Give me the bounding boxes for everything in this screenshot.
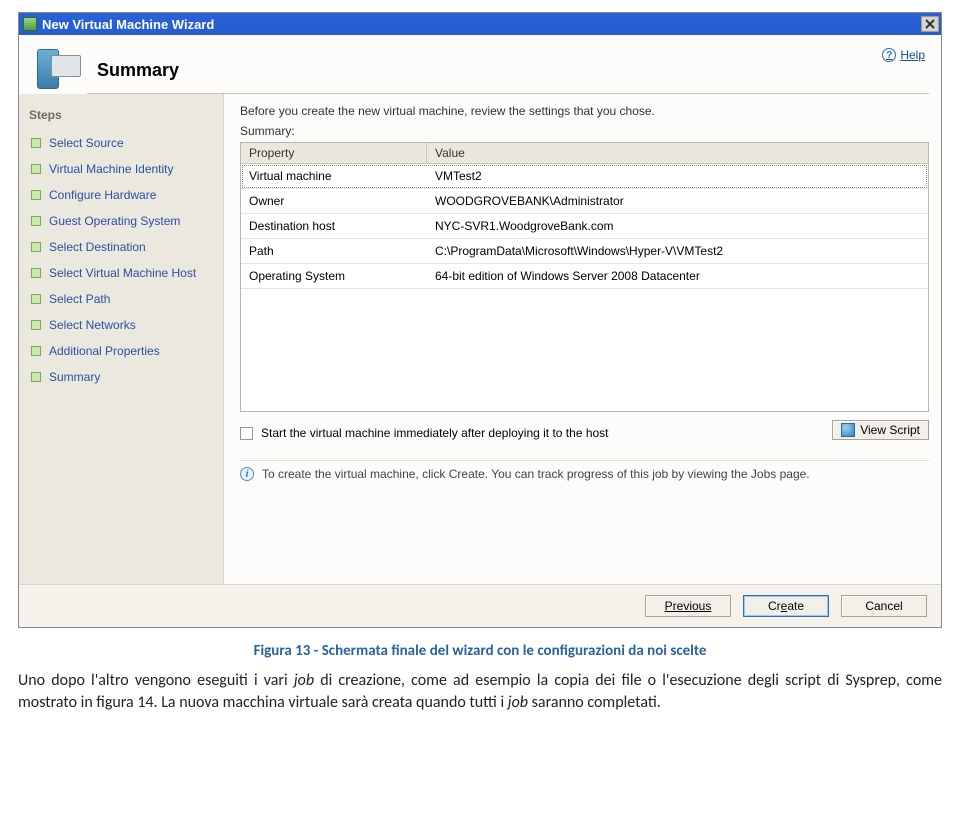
summary-label: Summary: (240, 124, 929, 138)
cell-property: Virtual machine (241, 164, 427, 188)
info-icon: i (240, 467, 254, 481)
step-item[interactable]: Select Destination (29, 234, 215, 260)
close-button[interactable] (921, 16, 939, 32)
wizard-page-title: Summary (97, 48, 882, 87)
step-bullet-icon (31, 268, 41, 278)
wizard-header: Summary ? Help (19, 35, 941, 93)
step-item[interactable]: Configure Hardware (29, 182, 215, 208)
step-label: Select Source (49, 136, 124, 150)
step-bullet-icon (31, 164, 41, 174)
steps-sidebar: Steps Select Source Virtual Machine Ident… (19, 94, 224, 584)
cell-property: Owner (241, 189, 427, 213)
info-row: i To create the virtual machine, click C… (240, 460, 929, 485)
step-bullet-icon (31, 138, 41, 148)
step-bullet-icon (31, 242, 41, 252)
help-label: Help (900, 48, 925, 62)
column-header-property[interactable]: Property (241, 143, 427, 163)
cell-value: 64-bit edition of Windows Server 2008 Da… (427, 264, 928, 288)
close-icon (925, 19, 935, 29)
wizard-button-bar: Previous Create Cancel (19, 584, 941, 627)
cell-value: C:\ProgramData\Microsoft\Windows\Hyper-V… (427, 239, 928, 263)
step-item[interactable]: Guest Operating System (29, 208, 215, 234)
view-script-button[interactable]: View Script (832, 420, 929, 440)
steps-heading: Steps (29, 108, 215, 122)
cancel-button[interactable]: Cancel (841, 595, 927, 617)
step-item[interactable]: Select Networks (29, 312, 215, 338)
step-item[interactable]: Select Source (29, 130, 215, 156)
info-text: To create the virtual machine, click Cre… (262, 467, 810, 481)
table-row[interactable]: PathC:\ProgramData\Microsoft\Windows\Hyp… (241, 239, 928, 264)
cell-value: NYC-SVR1.WoodgroveBank.com (427, 214, 928, 238)
window-icon (23, 17, 37, 31)
step-label: Configure Hardware (49, 188, 156, 202)
previous-button[interactable]: Previous (645, 595, 731, 617)
summary-grid: Property Value Virtual machineVMTest2Own… (240, 142, 929, 412)
view-script-label: View Script (860, 423, 920, 437)
step-label: Select Networks (49, 318, 136, 332)
figure-caption: Figura 13 - Schermata finale del wizard … (18, 642, 942, 660)
wizard-window: New Virtual Machine Wizard Summary ? Hel… (18, 12, 942, 628)
cell-value: VMTest2 (427, 164, 928, 188)
step-bullet-icon (31, 372, 41, 382)
grid-header: Property Value (241, 143, 928, 164)
script-icon (841, 423, 855, 437)
step-label: Guest Operating System (49, 214, 180, 228)
table-row[interactable]: OwnerWOODGROVEBANK\Administrator (241, 189, 928, 214)
step-item[interactable]: Additional Properties (29, 338, 215, 364)
intro-text: Before you create the new virtual machin… (240, 104, 929, 118)
window-title: New Virtual Machine Wizard (42, 17, 921, 32)
cell-property: Path (241, 239, 427, 263)
step-label: Additional Properties (49, 344, 160, 358)
step-label: Virtual Machine Identity (49, 162, 174, 176)
step-label: Select Path (49, 292, 110, 306)
help-link[interactable]: ? Help (882, 48, 925, 62)
step-bullet-icon (31, 216, 41, 226)
table-row[interactable]: Operating System64-bit edition of Window… (241, 264, 928, 289)
cell-property: Destination host (241, 214, 427, 238)
body-paragraph: Uno dopo l'altro vengono eseguiti i vari… (18, 670, 942, 715)
titlebar: New Virtual Machine Wizard (19, 13, 941, 35)
table-row[interactable]: Destination hostNYC-SVR1.WoodgroveBank.c… (241, 214, 928, 239)
help-icon: ? (882, 48, 896, 62)
table-row[interactable]: Virtual machineVMTest2 (241, 164, 928, 189)
previous-label: Previous (665, 599, 712, 613)
column-header-value[interactable]: Value (427, 143, 928, 163)
cell-value: WOODGROVEBANK\Administrator (427, 189, 928, 213)
summary-panel: Before you create the new virtual machin… (224, 94, 941, 584)
create-button[interactable]: Create (743, 595, 829, 617)
step-bullet-icon (31, 346, 41, 356)
step-bullet-icon (31, 294, 41, 304)
cell-property: Operating System (241, 264, 427, 288)
wizard-icon (29, 41, 85, 93)
step-item[interactable]: Select Path (29, 286, 215, 312)
step-label: Select Destination (49, 240, 146, 254)
step-label: Select Virtual Machine Host (49, 266, 196, 280)
step-label: Summary (49, 370, 100, 384)
step-item[interactable]: Virtual Machine Identity (29, 156, 215, 182)
step-item[interactable]: Select Virtual Machine Host (29, 260, 215, 286)
step-bullet-icon (31, 320, 41, 330)
step-item[interactable]: Summary (29, 364, 215, 390)
cancel-label: Cancel (865, 599, 902, 613)
step-bullet-icon (31, 190, 41, 200)
